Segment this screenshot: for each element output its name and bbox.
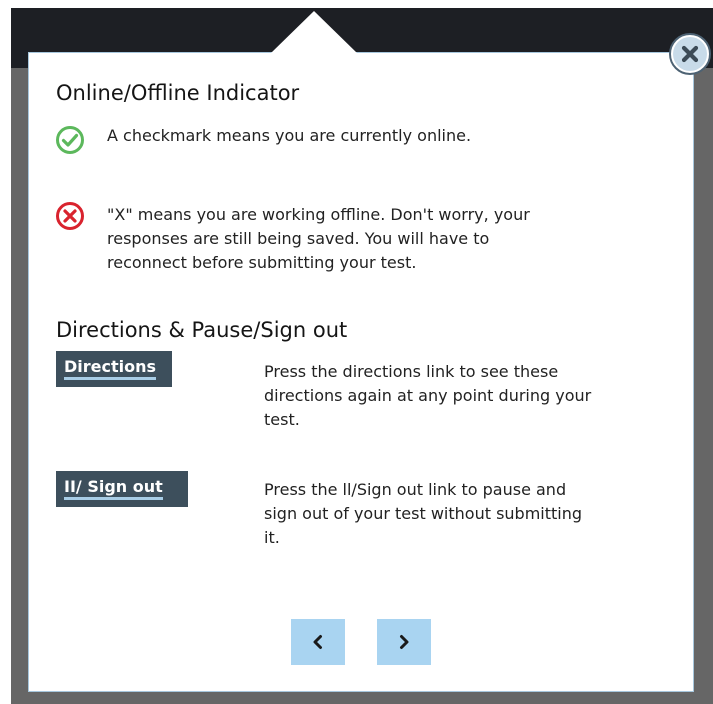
- online-description: A checkmark means you are currently onli…: [107, 126, 472, 145]
- signout-line-2: sign out of your test without submitting: [264, 504, 583, 523]
- signout-line-3: it.: [264, 528, 280, 547]
- directions-button[interactable]: Directions: [56, 351, 172, 387]
- pause-signout-button[interactable]: II/ Sign out: [56, 471, 188, 507]
- previous-page-button[interactable]: [291, 619, 345, 665]
- online-offline-heading: Online/Offline Indicator: [56, 81, 300, 105]
- red-x-icon: [56, 202, 84, 230]
- offline-line-1: "X" means you are working offline. Don't…: [107, 205, 530, 224]
- offline-description: "X" means you are working offline. Don't…: [107, 203, 530, 275]
- popup-pointer: [271, 11, 357, 53]
- next-page-button[interactable]: [377, 619, 431, 665]
- chevron-right-icon: [400, 635, 409, 649]
- directions-signout-heading: Directions & Pause/Sign out: [56, 318, 348, 342]
- directions-line-1: Press the directions link to see these: [264, 362, 559, 381]
- pause-signout-button-label: II/ Sign out: [64, 478, 163, 500]
- close-icon: [673, 37, 707, 71]
- offline-line-3: reconnect before submitting your test.: [107, 253, 417, 272]
- signout-description: Press the ll/Sign out link to pause and …: [264, 478, 582, 550]
- directions-line-2: directions again at any point during you…: [264, 386, 592, 405]
- green-checkmark-icon: [56, 126, 84, 154]
- chevron-left-icon: [313, 635, 322, 649]
- directions-description: Press the directions link to see these d…: [264, 360, 591, 432]
- directions-button-label: Directions: [64, 358, 157, 380]
- offline-line-2: responses are still being saved. You wil…: [107, 229, 490, 248]
- close-button[interactable]: [669, 33, 711, 75]
- directions-line-3: test.: [264, 410, 300, 429]
- signout-line-1: Press the ll/Sign out link to pause and: [264, 480, 567, 499]
